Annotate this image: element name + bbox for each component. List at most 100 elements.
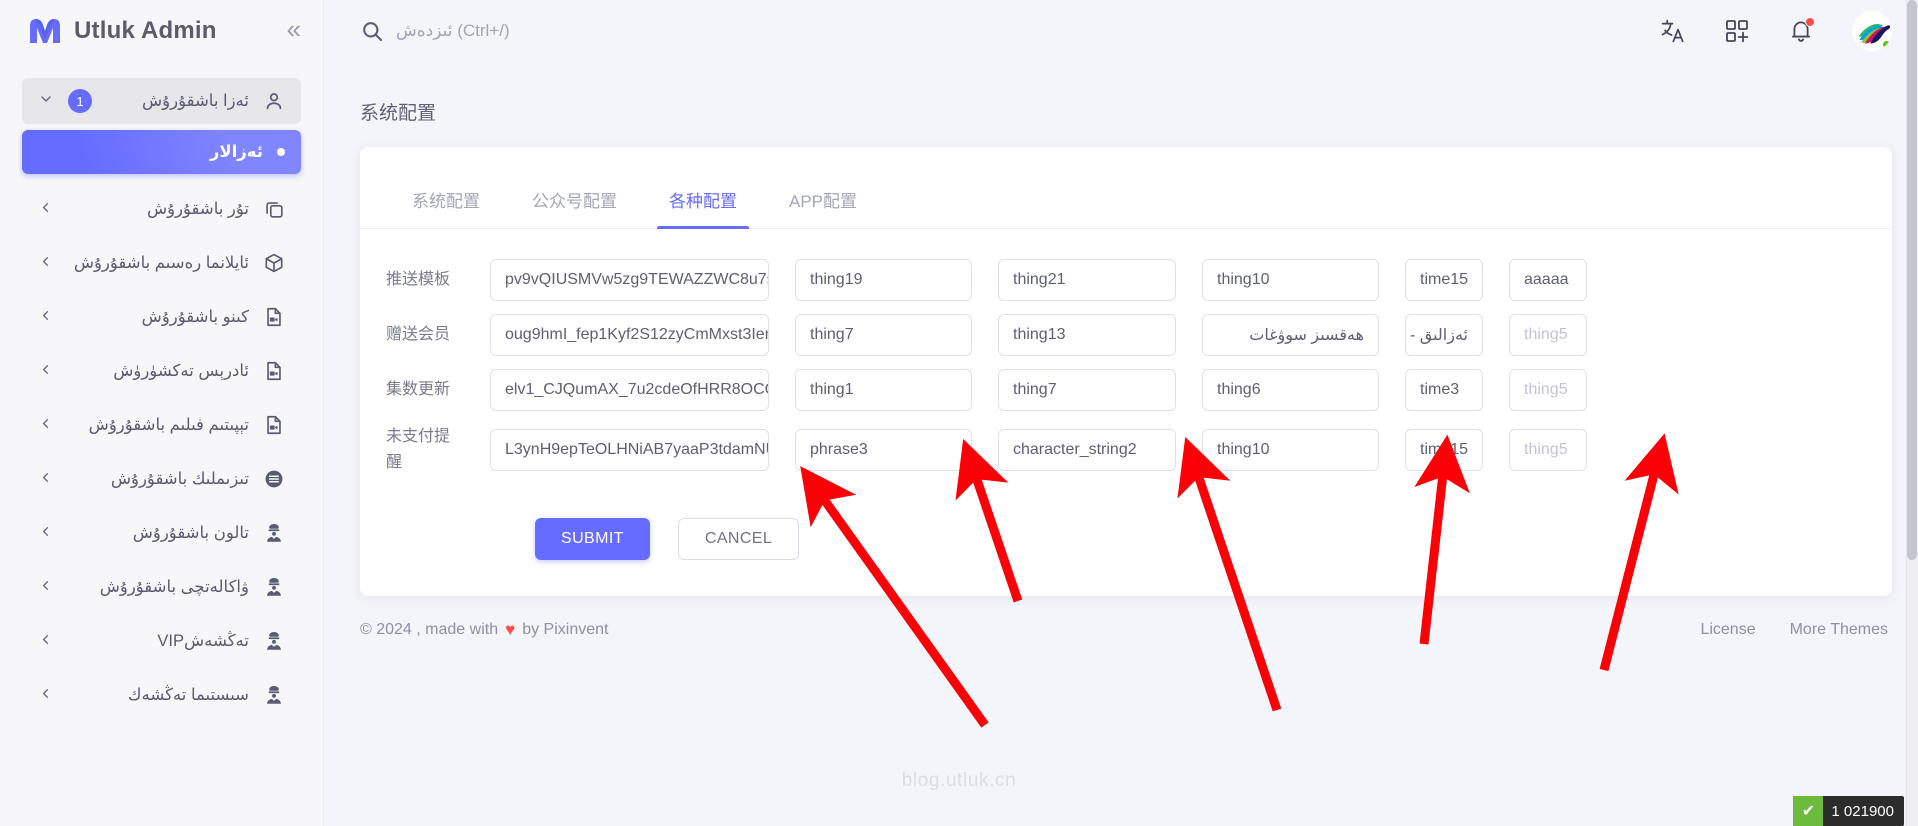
field-param-5[interactable]: thing5 xyxy=(1509,369,1587,411)
field-template-id[interactable]: elv1_CJQumAX_7u2cdeOfHRR8OCC xyxy=(490,369,769,411)
online-indicator xyxy=(1881,39,1892,50)
field-param-3[interactable]: thing10 xyxy=(1202,259,1379,301)
sidebar-item-menu-manage[interactable]: تىزىملىك باشقۇرۇش xyxy=(22,456,301,502)
notification-dot xyxy=(1805,17,1815,27)
search-input[interactable]: ئىزدەش (Ctrl+/) xyxy=(360,19,1660,43)
sidebar: Utluk Admin « ئەزا باشقۇرۇش 1 ئەزالار تۇ… xyxy=(0,0,324,826)
form-row-label: 赠送会员 xyxy=(386,326,451,344)
sidebar-item-series[interactable]: تېپىتىم فىلىم باشقۇرۇش xyxy=(22,402,301,448)
field-param-1[interactable]: thing7 xyxy=(795,314,972,356)
scrollbar-thumb[interactable] xyxy=(1907,0,1917,560)
sidebar-nav: ئەزا باشقۇرۇش 1 ئەزالار تۇر باشقۇرۇش ئاي… xyxy=(0,62,323,718)
chevron-right-icon[interactable] xyxy=(38,416,53,435)
search-icon xyxy=(360,19,384,43)
cancel-button[interactable]: CANCEL xyxy=(677,518,800,561)
sidebar-group-label: ئەزا باشقۇرۇش xyxy=(142,92,249,110)
field-param-2[interactable]: thing7 xyxy=(998,369,1176,411)
search-placeholder: ئىزدەش (Ctrl+/) xyxy=(396,21,510,40)
bell-icon[interactable] xyxy=(1788,17,1815,44)
sidebar-item-address-check[interactable]: ئادرېس تەكشۈرۈش xyxy=(22,348,301,394)
field-param-2[interactable]: thing21 xyxy=(998,259,1176,301)
sidebar-item-category[interactable]: تۇر باشقۇرۇش xyxy=(22,186,301,232)
avatar[interactable] xyxy=(1852,11,1892,51)
form-row-unpaid-reminder: 未支付提醒 L3ynH9epTeOLHNiAB7yaaP3tdamNU phra… xyxy=(386,424,1866,475)
sidebar-item-label: ۋاكالەتچى باشقۇرۇش xyxy=(99,578,249,596)
sidebar-item-label: ئادرېس تەكشۈرۈش xyxy=(113,362,249,380)
chevron-double-left-icon[interactable]: « xyxy=(287,16,301,46)
file-video-icon xyxy=(263,306,285,328)
sidebar-item-vip-settings[interactable]: تەڭشەشVIP xyxy=(22,618,301,664)
field-template-id[interactable]: oug9hmI_fep1Kyf2S12zyCmMxst3Ienc xyxy=(490,314,769,356)
sidebar-item-label: ئەزالار xyxy=(209,143,263,161)
field-param-3[interactable]: thing10 xyxy=(1202,428,1379,471)
field-template-id[interactable]: pv9vQIUSMVw5zg9TEWAZZWC8u7s xyxy=(490,259,769,301)
sidebar-item-coupons[interactable]: تالون باشقۇرۇش xyxy=(22,510,301,556)
police-icon xyxy=(263,576,285,598)
sidebar-item-movies[interactable]: كىنو باشقۇرۇش xyxy=(22,294,301,340)
footer-link-license[interactable]: License xyxy=(1700,621,1755,639)
field-param-4[interactable]: time15 xyxy=(1405,428,1483,471)
field-param-3[interactable]: thing6 xyxy=(1202,369,1379,411)
field-param-2[interactable]: thing13 xyxy=(998,314,1176,356)
sidebar-group-members[interactable]: ئەزا باشقۇرۇش 1 xyxy=(22,78,301,124)
sidebar-brand[interactable]: Utluk Admin « xyxy=(0,0,323,62)
tab-system-config[interactable]: 系统配置 xyxy=(386,177,506,228)
tab-app-config[interactable]: APP配置 xyxy=(763,177,883,228)
form-row-push-template: 推送模板 pv9vQIUSMVw5zg9TEWAZZWC8u7s thing19… xyxy=(386,259,1866,301)
field-param-5[interactable]: thing5 xyxy=(1509,428,1587,471)
sidebar-item-carousel[interactable]: ئايلانما رەسىم باشقۇرۇش xyxy=(22,240,301,286)
tab-official-account-config[interactable]: 公众号配置 xyxy=(506,177,643,228)
chevron-right-icon[interactable] xyxy=(38,362,53,381)
sidebar-item-label: تىزىملىك باشقۇرۇش xyxy=(110,470,249,488)
submit-button[interactable]: SUBMIT xyxy=(535,518,650,561)
field-param-2[interactable]: character_string2 xyxy=(998,428,1176,471)
translate-icon[interactable] xyxy=(1660,18,1686,44)
field-param-3[interactable]: ھەقسىز سوۋغات xyxy=(1202,314,1379,356)
page-scrollbar[interactable] xyxy=(1906,0,1918,826)
copy-icon xyxy=(263,198,285,220)
grid-plus-icon[interactable] xyxy=(1724,18,1750,44)
chevron-right-icon[interactable] xyxy=(38,578,53,597)
page-title: 系统配置 xyxy=(360,103,437,124)
field-param-1[interactable]: thing1 xyxy=(795,369,972,411)
field-param-4[interactable]: time15 xyxy=(1405,259,1483,301)
sidebar-item-system-settings[interactable]: سىستىما تەڭشەك xyxy=(22,672,301,718)
field-param-1[interactable]: thing19 xyxy=(795,259,972,301)
field-param-4[interactable]: ئەزالىق - xyxy=(1405,314,1483,356)
sidebar-item-label: سىستىما تەڭشەك xyxy=(127,686,249,704)
copyright-text: © 2024 , made with xyxy=(360,621,499,639)
chevron-right-icon[interactable] xyxy=(38,686,53,705)
config-form: 推送模板 pv9vQIUSMVw5zg9TEWAZZWC8u7s thing19… xyxy=(360,229,1892,475)
field-param-1[interactable]: phrase3 xyxy=(795,428,972,471)
user-icon xyxy=(263,90,285,112)
sidebar-item-label: ئايلانما رەسىم باشقۇرۇش xyxy=(73,254,249,272)
chevron-right-icon[interactable] xyxy=(38,308,53,327)
field-template-id[interactable]: L3ynH9epTeOLHNiAB7yaaP3tdamNU xyxy=(490,428,769,471)
chevron-right-icon[interactable] xyxy=(38,524,53,543)
chevron-right-icon[interactable] xyxy=(38,254,53,273)
topbar-actions xyxy=(1660,11,1892,51)
chevron-right-icon[interactable] xyxy=(38,200,53,219)
form-row-episode-update: 集数更新 elv1_CJQumAX_7u2cdeOfHRR8OCC thing1… xyxy=(386,369,1866,411)
form-row-gift-membership: 赠送会员 oug9hmI_fep1Kyf2S12zyCmMxst3Ienc th… xyxy=(386,314,1866,356)
sidebar-item-agents[interactable]: ۋاكالەتچى باشقۇرۇش xyxy=(22,564,301,610)
file-video-icon xyxy=(263,360,285,382)
field-param-5[interactable]: aaaaa xyxy=(1509,259,1587,301)
menu-circle-icon xyxy=(263,468,285,490)
field-param-5[interactable]: thing5 xyxy=(1509,314,1587,356)
box-icon xyxy=(263,252,285,274)
sidebar-item-members-list[interactable]: ئەزالار xyxy=(22,130,301,174)
chevron-right-icon[interactable] xyxy=(38,470,53,489)
chevron-down-icon[interactable] xyxy=(38,91,54,111)
footer-link-more-themes[interactable]: More Themes xyxy=(1790,621,1888,639)
tab-various-config[interactable]: 各种配置 xyxy=(643,177,763,229)
sidebar-item-label: تەڭشەشVIP xyxy=(157,632,249,650)
chevron-right-icon[interactable] xyxy=(38,632,53,651)
sidebar-item-label: تالون باشقۇرۇش xyxy=(132,524,249,542)
form-row-label: 未支付提醒 xyxy=(386,428,451,471)
footer-author: by Pixinvent xyxy=(522,621,609,639)
heart-icon: ♥ xyxy=(505,620,516,640)
settings-card: 系统配置 公众号配置 各种配置 APP配置 推送模板 pv9vQIUSMVw5z… xyxy=(360,147,1892,597)
field-param-4[interactable]: time3 xyxy=(1405,369,1483,411)
sidebar-item-label: تېپىتىم فىلىم باشقۇرۇش xyxy=(88,416,249,434)
